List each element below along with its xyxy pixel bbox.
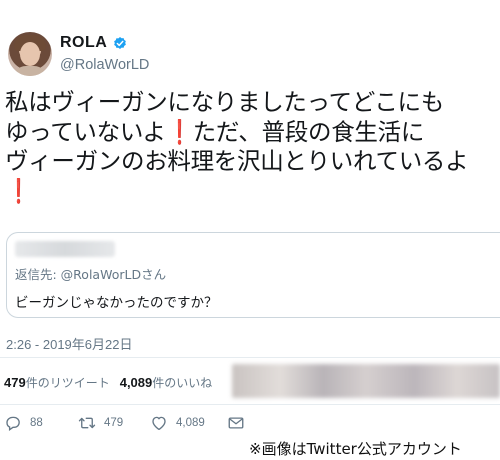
- verified-badge-icon: [114, 37, 127, 49]
- blurred-liker-avatars[interactable]: [232, 364, 500, 398]
- engagement-stats: 479 件のリツイート 4,089 件のいいね: [4, 374, 212, 391]
- tweet-line-2: ゆっていないよ ❗ ただ、普段の食生活に: [5, 118, 500, 148]
- heart-icon: [152, 416, 166, 431]
- tweet-line-1: 私はヴィーガンになりましたってどこにも: [5, 88, 500, 118]
- image-credit: ※画像はTwitter公式アカウント: [249, 440, 462, 458]
- tweet-line-3-text: ヴィーガンのお料理を沢山とりいれているよ: [5, 147, 469, 175]
- retweet-icon: [78, 417, 96, 429]
- like-button[interactable]: 4,089: [150, 414, 205, 432]
- like-count: 4,089: [176, 417, 205, 429]
- tweet-text: 私はヴィーガンになりましたってどこにも ゆっていないよ ❗ ただ、普段の食生活に ヴ…: [5, 88, 500, 206]
- reply-count: 88: [30, 417, 43, 429]
- avatar-body: [12, 66, 48, 76]
- display-name[interactable]: ROLA: [60, 34, 107, 52]
- divider: [0, 357, 500, 358]
- likes-count[interactable]: 4,089: [120, 375, 153, 390]
- tweet-line-2-text-b: ただ、普段の食生活に: [192, 117, 425, 146]
- retweet-count: 479: [104, 417, 124, 429]
- exclamation-emoji-icon: ❗: [9, 176, 28, 205]
- quoted-tweet[interactable]: 返信先: @RolaWorLDさん ビーガンじゃなかったのですか？: [6, 232, 500, 318]
- likes-label[interactable]: 件のいいね: [152, 374, 212, 391]
- retweet-button[interactable]: 479: [78, 414, 123, 432]
- exclamation-emoji-icon: ❗: [169, 117, 189, 146]
- reply-button[interactable]: 88: [4, 414, 43, 432]
- envelope-icon: [228, 417, 244, 429]
- tweet-line-4: ❗: [5, 177, 500, 207]
- tweet-line-3: ヴィーガンのお料理を沢山とりいれているよ: [5, 147, 500, 177]
- divider: [0, 404, 500, 405]
- retweets-label[interactable]: 件のリツイート: [26, 374, 110, 391]
- blurred-username: [15, 241, 115, 257]
- reply-icon: [6, 416, 20, 431]
- tweet-line-1-text: 私はヴィーガンになりましたってどこにも: [5, 88, 444, 116]
- tweet-line-2-text-a: ゆっていないよ: [5, 117, 166, 146]
- action-bar: 88 479 4,089: [0, 414, 500, 434]
- avatar[interactable]: [8, 32, 52, 76]
- tweet-header: ROLA @RolaWorLD: [4, 30, 494, 84]
- avatar-face: [20, 42, 40, 66]
- timestamp[interactable]: 2:26 - 2019年6月22日: [6, 334, 132, 353]
- reply-to-label[interactable]: 返信先: @RolaWorLDさん: [15, 264, 166, 283]
- retweets-count[interactable]: 479: [4, 375, 26, 390]
- quoted-tweet-text: ビーガンじゃなかったのですか？: [15, 295, 218, 311]
- direct-message-button[interactable]: [227, 414, 253, 432]
- name-row: ROLA: [60, 34, 128, 52]
- handle[interactable]: @RolaWorLD: [60, 57, 149, 73]
